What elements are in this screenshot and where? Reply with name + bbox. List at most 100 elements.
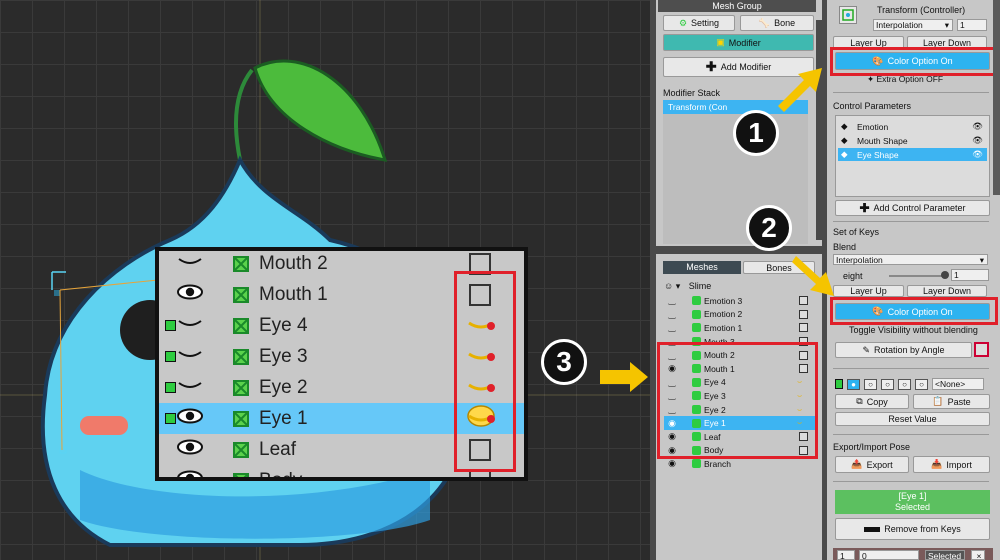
zoom-row-label: Eye 1 [259,407,308,429]
scrollbar-right[interactable] [993,0,1000,195]
highlight-mesh-list [657,342,818,459]
bottom-value-2[interactable]: 0 [859,550,919,560]
param-icon: ◆ [841,135,848,145]
control-param-item[interactable]: ◆ Emotion 👁 [838,120,987,133]
bone-button[interactable]: 🦴 Bone [740,15,814,31]
interpolation-value: Interpolation [876,20,923,30]
mesh-list-item[interactable]: ‿ Emotion 1 [664,321,816,335]
control-param-item[interactable]: ◆ Mouth Shape 👁 [838,134,987,147]
arrow-1-icon [778,68,822,112]
bottom-value-1[interactable]: 1 [837,550,855,560]
reset-value-button[interactable]: Reset Value [835,412,990,426]
mesh-list-label: Emotion 1 [704,322,743,333]
visibility-icon[interactable]: ◉ [666,458,678,469]
radio-icon-active[interactable]: ● [847,378,860,390]
modifier-icon: ▣ [716,37,725,47]
doc-icon [835,379,843,389]
import-label: Import [946,459,972,470]
arrow-2-icon [792,256,834,296]
mesh-list-label: Emotion 3 [704,295,743,306]
weight-value[interactable]: 1 [951,269,989,281]
paste-button[interactable]: 📋 Paste [913,394,990,409]
eye-icon[interactable]: 👁 [972,135,983,146]
gear-icon: ⚙ [678,17,688,28]
visibility-icon[interactable]: ‿ [666,309,678,320]
mesh-icon [692,296,701,306]
blend-select[interactable]: Interpolation ▾ [833,254,988,265]
radio-icon[interactable]: ○ [864,378,877,390]
remove-from-keys-button[interactable]: Remove from Keys [835,518,990,540]
mesh-list-label: Branch [704,458,731,469]
interpolation-number[interactable]: 1 [957,19,987,31]
weight-slider-handle[interactable] [941,271,949,279]
tab-meshes[interactable]: Meshes [663,261,741,274]
selected-state: Selected [894,502,931,512]
mesh-icon [231,347,251,367]
rotation-toggle-icon[interactable] [974,342,989,357]
weight-slider[interactable] [889,275,947,277]
inspector-panel: Transform (Controller) Interpolation ▾ 1… [822,0,1000,560]
zoomed-layer-list: Mouth 2 Mouth 1 Eye 4 Eye 3 Eye 2 Eye 1 Leaf Bo… [155,247,528,481]
root-label: Slime [688,281,712,291]
mesh-group-header: Mesh Group [658,0,816,12]
remove-from-keys-label: Remove from Keys [884,524,961,534]
checkbox-icon[interactable] [799,309,808,319]
setting-label: Setting [691,18,720,28]
export-button[interactable]: 📤 Export [835,456,909,473]
highlight-zoom-checkboxes [454,271,516,472]
badge-2: 2 [746,205,792,251]
root-item[interactable]: ☺ ▾ Slime [664,281,711,292]
visibility-icon[interactable]: ‿ [666,322,678,333]
modifier-stack-item-label: Transform (Con [668,102,728,112]
mesh-viewport[interactable]: Mouth 2 Mouth 1 Eye 4 Eye 3 Eye 2 Eye 1 Leaf Bo… [0,0,650,560]
radio-icon[interactable]: ○ [898,378,911,390]
export-import-label: Export/Import Pose [833,442,911,452]
mesh-icon [231,254,251,274]
close-icon[interactable]: × [971,550,985,560]
setting-button[interactable]: ⚙ Setting [663,15,735,31]
add-control-param-button[interactable]: ✚ Add Control Parameter [835,200,990,216]
mesh-list-item[interactable]: ‿ Emotion 2 [664,308,816,322]
toggle-visibility-label[interactable]: Toggle Visibility without blending [849,325,978,335]
import-button[interactable]: 📥 Import [913,456,990,473]
copy-button[interactable]: ⧉ Copy [835,394,909,409]
checkbox-icon[interactable] [799,323,808,333]
eye-icon[interactable]: 👁 [972,121,983,132]
bone-label: Bone [774,18,796,28]
eye-open-icon [177,284,203,306]
layer-up-label: Layer Up [850,37,887,48]
param-icon: ◆ [841,149,848,159]
tab-bones-label: Bones [766,262,792,273]
mesh-list-item[interactable]: ◉ Branch [664,457,816,471]
interpolation-select[interactable]: Interpolation ▾ [873,19,953,31]
selected-name: [Eye 1] [898,491,927,501]
green-square-icon [165,382,176,393]
extra-option-toggle[interactable]: ✦ Extra Option OFF [867,74,943,85]
eye-icon[interactable]: 👁 [972,149,983,160]
highlight-color-option-2 [830,297,998,325]
eye-closed-icon [177,253,203,275]
zoom-row-label: Eye 2 [259,376,308,398]
divider [833,481,989,482]
mesh-icon [231,440,251,460]
green-square-icon [165,320,176,331]
none-select[interactable]: <None> [932,378,984,390]
rotation-by-angle-button[interactable]: ✎ Rotation by Angle [835,342,972,358]
highlight-color-option-1 [830,47,998,76]
copy-label: Copy [866,396,888,407]
layer-down-button-2[interactable]: Layer Down [907,285,987,297]
control-param-item[interactable]: ◆ Eye Shape 👁 [838,148,987,161]
mesh-icon [692,459,701,469]
export-label: Export [866,459,893,470]
extra-option-icon: ✦ [867,74,875,84]
green-square-icon [165,351,176,362]
control-param-label: Emotion [857,121,889,132]
modifier-button[interactable]: ▣ Modifier [663,34,814,51]
layer-up-button-2[interactable]: Layer Up [833,285,904,297]
radio-icon[interactable]: ○ [915,378,928,390]
radio-icon[interactable]: ○ [881,378,894,390]
badge-1: 1 [733,110,779,156]
visibility-icon[interactable]: ‿ [666,295,678,306]
divider [833,92,989,93]
rotation-icon: ✎ [862,344,870,355]
